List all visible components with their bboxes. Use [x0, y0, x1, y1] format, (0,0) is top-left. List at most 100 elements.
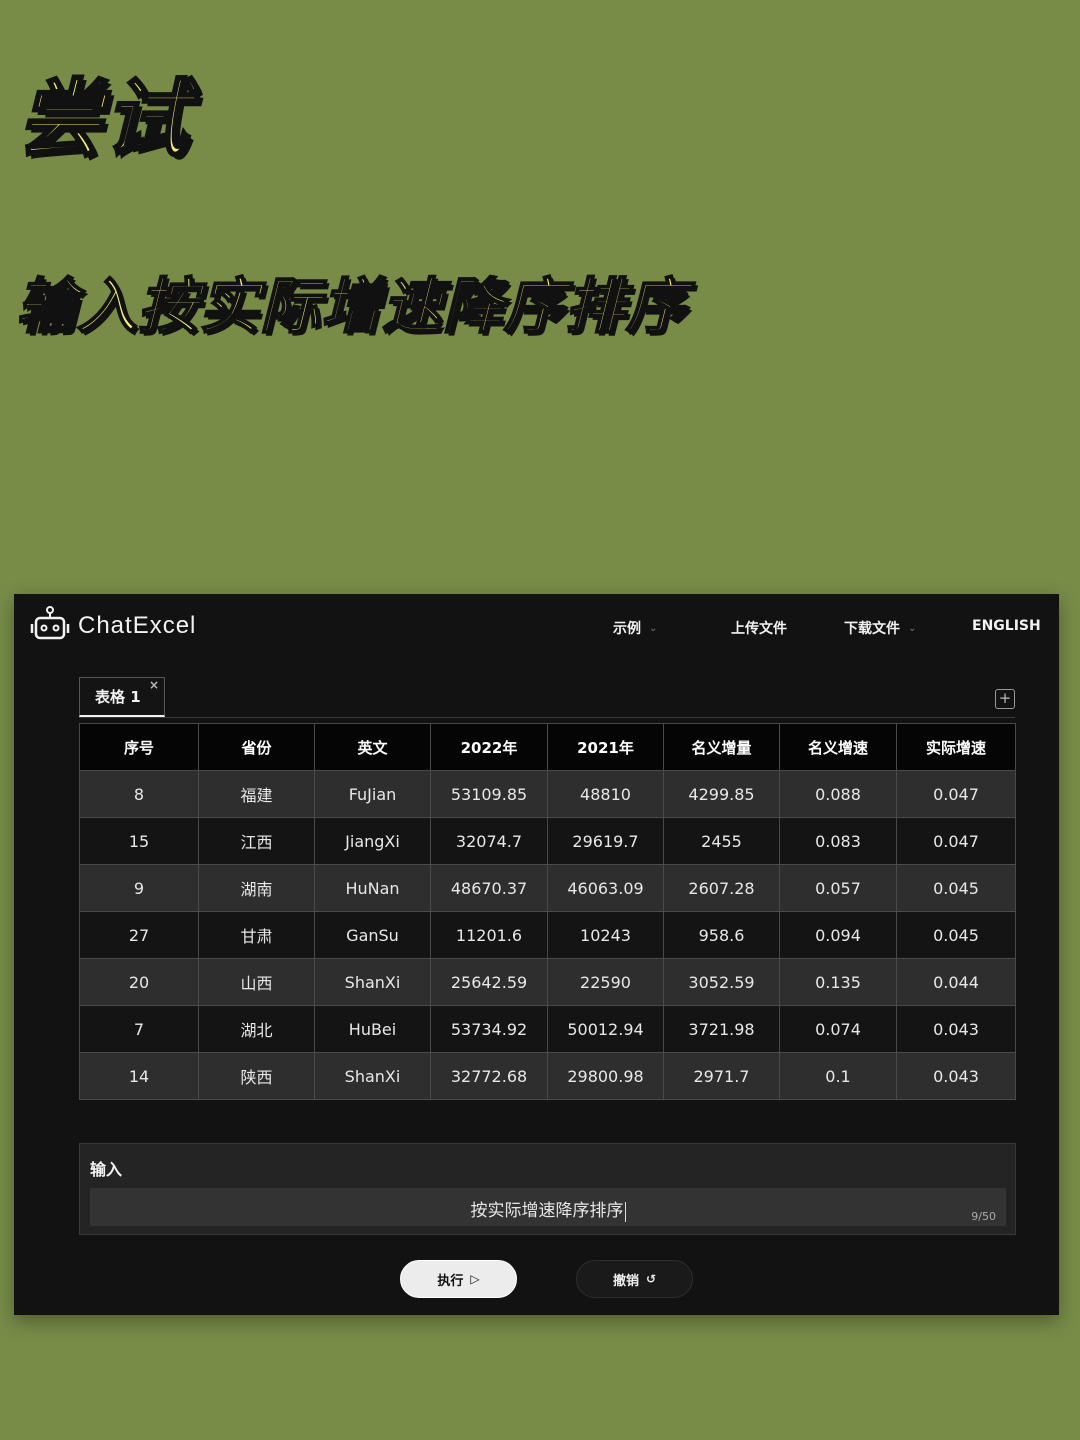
nav-examples[interactable]: 示例 ⌄: [613, 618, 657, 638]
table-cell[interactable]: 0.135: [779, 958, 897, 1006]
table-cell[interactable]: 48670.37: [430, 864, 548, 912]
table-cell[interactable]: ShanXi: [314, 1052, 431, 1100]
table-cell[interactable]: 32772.68: [430, 1052, 548, 1100]
column-header[interactable]: 2022年: [430, 723, 548, 771]
table-row: 9 湖南 HuNan 48670.37 46063.09 2607.28 0.057 0.04…: [79, 864, 1016, 912]
table-cell[interactable]: HuBei: [314, 1005, 431, 1053]
table-row: 14 陕西 ShanXi 32772.68 29800.98 2971.7 0.1 0.043: [79, 1052, 1016, 1100]
chatexcel-window: ChatExcel 示例 ⌄ 上传文件 下载文件 ⌄ ENGLISH 表格 1 …: [14, 594, 1059, 1315]
nav-upload-file[interactable]: 上传文件: [731, 618, 787, 638]
table-cell[interactable]: 0.057: [779, 864, 897, 912]
column-header[interactable]: 省份: [198, 723, 315, 771]
table-cell[interactable]: 11201.6: [430, 911, 548, 959]
table-cell[interactable]: 江西: [198, 817, 315, 865]
column-header[interactable]: 2021年: [547, 723, 664, 771]
table-cell[interactable]: 0.044: [896, 958, 1016, 1006]
table-cell[interactable]: 2455: [663, 817, 780, 865]
table-cell[interactable]: 20: [79, 958, 199, 1006]
input-panel: 输入 按实际增速降序排序 9/50: [79, 1143, 1016, 1235]
table-cell[interactable]: 29619.7: [547, 817, 664, 865]
table-cell[interactable]: 福建: [198, 770, 315, 818]
undo-icon: ↺: [645, 1272, 657, 1286]
tab-sheet-1[interactable]: 表格 1 ×: [79, 677, 165, 717]
table-cell[interactable]: 22590: [547, 958, 664, 1006]
table-cell[interactable]: 2971.7: [663, 1052, 780, 1100]
table-cell[interactable]: 0.074: [779, 1005, 897, 1053]
table-cell[interactable]: 4299.85: [663, 770, 780, 818]
table-cell[interactable]: 32074.7: [430, 817, 548, 865]
table-cell[interactable]: 陕西: [198, 1052, 315, 1100]
logo[interactable]: ChatExcel: [30, 602, 196, 650]
headline: 尝试: [16, 69, 191, 170]
column-header[interactable]: 名义增速: [779, 723, 897, 771]
table-cell[interactable]: 53109.85: [430, 770, 548, 818]
table-cell[interactable]: 0.047: [896, 817, 1016, 865]
chevron-down-icon: ⌄: [649, 622, 658, 634]
subheadline: 输入按实际增速降序排序: [15, 271, 687, 343]
table-row: 20 山西 ShanXi 25642.59 22590 3052.59 0.135 0.044: [79, 958, 1016, 1006]
table-cell[interactable]: HuNan: [314, 864, 431, 912]
close-icon[interactable]: ×: [149, 678, 159, 692]
column-header[interactable]: 实际增速: [896, 723, 1016, 771]
run-button[interactable]: 执行 ▷: [400, 1260, 517, 1298]
table-cell[interactable]: 3052.59: [663, 958, 780, 1006]
nav-examples-label: 示例: [613, 621, 641, 637]
column-header[interactable]: 英文: [314, 723, 431, 771]
table-cell[interactable]: 9: [79, 864, 199, 912]
tab-label: 表格 1: [95, 688, 141, 706]
table-cell[interactable]: 8: [79, 770, 199, 818]
undo-button-label: 撤销: [612, 1273, 639, 1289]
table-cell[interactable]: 0.083: [779, 817, 897, 865]
chevron-down-icon: ⌄: [908, 622, 917, 634]
table-cell[interactable]: 958.6: [663, 911, 780, 959]
table-cell[interactable]: FuJian: [314, 770, 431, 818]
logo-text: ChatExcel: [78, 612, 197, 639]
query-input[interactable]: 按实际增速降序排序 9/50: [90, 1188, 1006, 1226]
table-cell[interactable]: 甘肃: [198, 911, 315, 959]
table-cell[interactable]: 48810: [547, 770, 664, 818]
table-cell[interactable]: 0.045: [896, 864, 1016, 912]
table-cell[interactable]: 53734.92: [430, 1005, 548, 1053]
table-cell[interactable]: JiangXi: [314, 817, 431, 865]
table-cell[interactable]: GanSu: [314, 911, 431, 959]
add-sheet-button[interactable]: +: [995, 689, 1015, 709]
column-header[interactable]: 序号: [79, 723, 199, 771]
table-cell[interactable]: 14: [79, 1052, 199, 1100]
table-cell[interactable]: 0.088: [779, 770, 897, 818]
table-cell[interactable]: 3721.98: [663, 1005, 780, 1053]
table-cell[interactable]: 10243: [547, 911, 664, 959]
column-header[interactable]: 名义增量: [663, 723, 780, 771]
table-cell[interactable]: 0.047: [896, 770, 1016, 818]
table-cell[interactable]: 0.045: [896, 911, 1016, 959]
table-cell[interactable]: 0.1: [779, 1052, 897, 1100]
table-cell[interactable]: 15: [79, 817, 199, 865]
table-cell[interactable]: 0.043: [896, 1052, 1016, 1100]
table-row: 27 甘肃 GanSu 11201.6 10243 958.6 0.094 0.045: [79, 911, 1016, 959]
robot-icon: [30, 606, 70, 640]
data-table: 序号 省份 英文 2022年 2021年 名义增量 名义增速 实际增速 8 福建 FuJian 53…: [79, 723, 1016, 1100]
table-row: 7 湖北 HuBei 53734.92 50012.94 3721.98 0.074 0.04…: [79, 1005, 1016, 1053]
table-cell[interactable]: 0.043: [896, 1005, 1016, 1053]
run-button-label: 执行: [437, 1273, 464, 1289]
table-cell[interactable]: 27: [79, 911, 199, 959]
table-cell[interactable]: 山西: [198, 958, 315, 1006]
table-cell[interactable]: 湖北: [198, 1005, 315, 1053]
table-header-row: 序号 省份 英文 2022年 2021年 名义增量 名义增速 实际增速: [79, 723, 1016, 771]
nav-english[interactable]: ENGLISH: [972, 618, 1041, 634]
table-cell[interactable]: 0.094: [779, 911, 897, 959]
table-cell[interactable]: 湖南: [198, 864, 315, 912]
nav-upload-label: 上传文件: [731, 621, 787, 637]
play-icon: ▷: [470, 1272, 480, 1286]
table-cell[interactable]: 25642.59: [430, 958, 548, 1006]
nav-download-file[interactable]: 下载文件 ⌄: [844, 618, 916, 638]
nav-download-label: 下载文件: [844, 621, 900, 637]
table-cell[interactable]: 50012.94: [547, 1005, 664, 1053]
query-input-value: 按实际增速降序排序: [470, 1201, 626, 1222]
table-cell[interactable]: ShanXi: [314, 958, 431, 1006]
table-cell[interactable]: 46063.09: [547, 864, 664, 912]
table-cell[interactable]: 7: [79, 1005, 199, 1053]
table-cell[interactable]: 2607.28: [663, 864, 780, 912]
undo-button[interactable]: 撤销 ↺: [576, 1260, 693, 1298]
table-cell[interactable]: 29800.98: [547, 1052, 664, 1100]
nav-english-label: ENGLISH: [972, 618, 1041, 634]
